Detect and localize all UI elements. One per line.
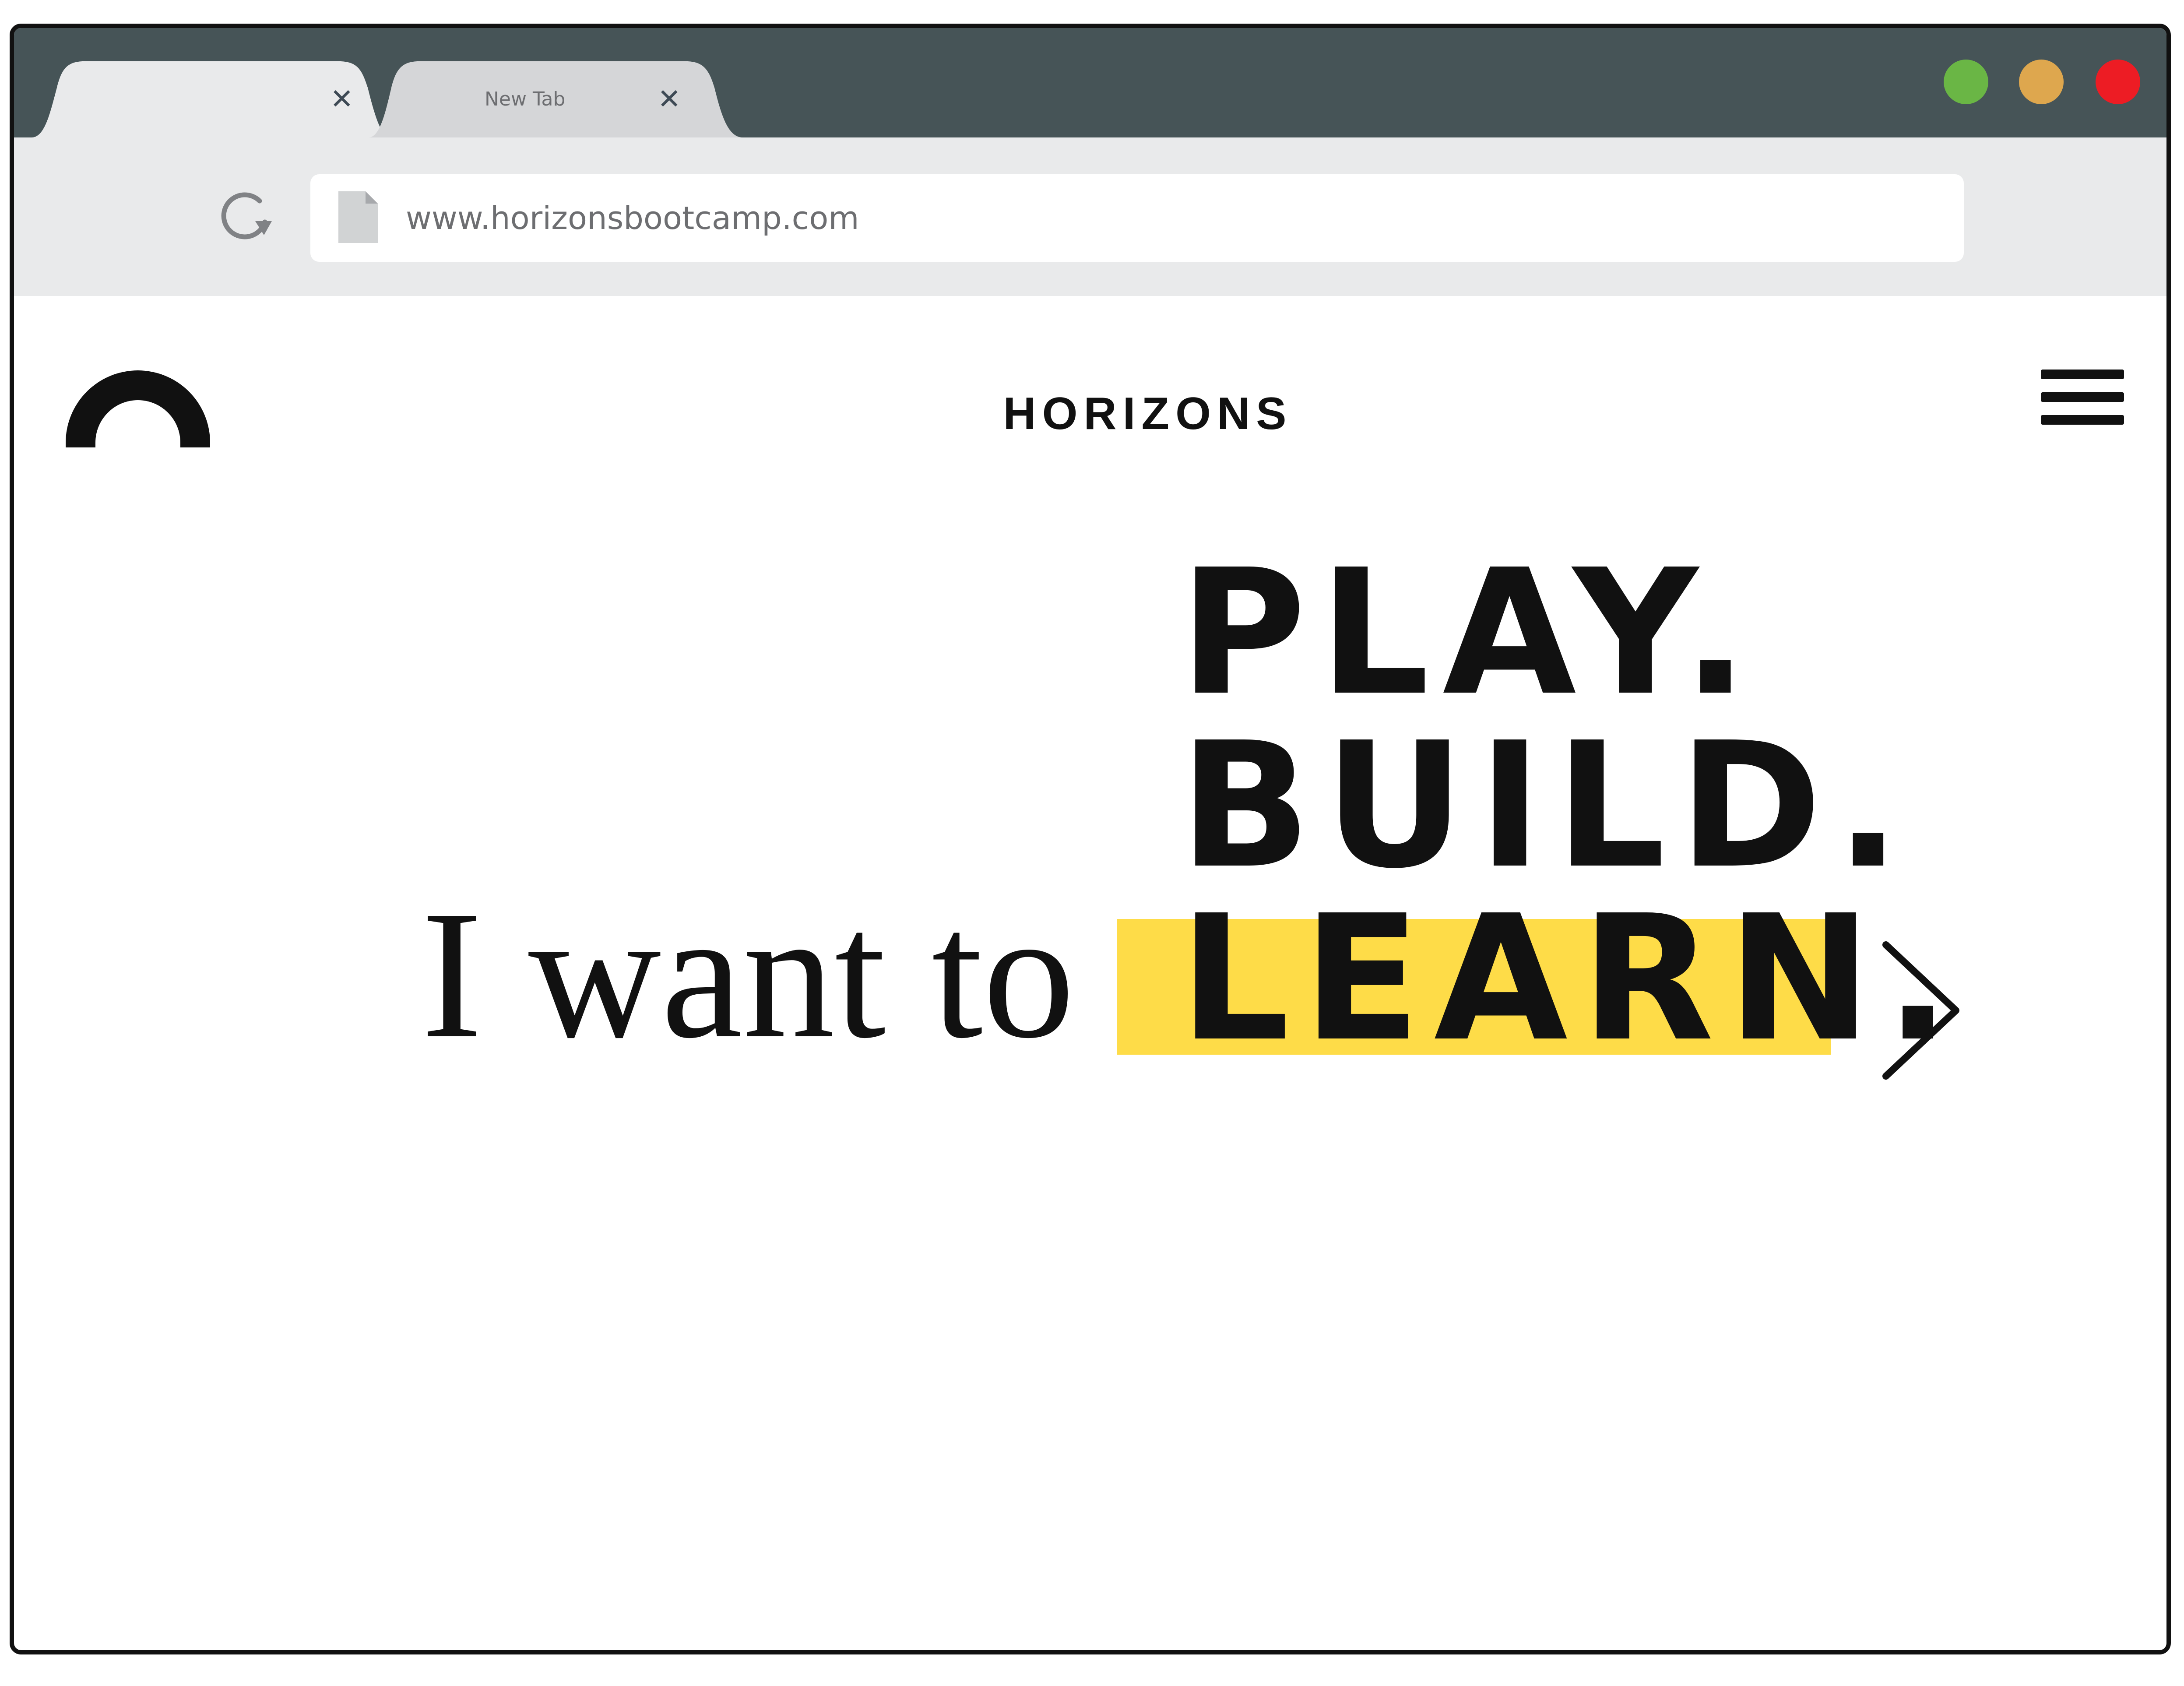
hero-prefix: I want to: [421, 873, 1075, 1076]
address-bar[interactable]: www.horizonsbootcamp.com: [310, 174, 1964, 262]
close-icon[interactable]: ✕: [330, 61, 354, 137]
hero-word-learn: LEARN.: [1179, 878, 1964, 1080]
brand-title[interactable]: HORIZONS: [995, 388, 1301, 440]
horizons-arch-logo-icon[interactable]: [66, 370, 210, 447]
browser-window: ✕ New Tab ✕ www.horizonsbootcamp.com HOR…: [10, 24, 2171, 1654]
window-maximize-button[interactable]: [2019, 60, 2064, 104]
tab-active[interactable]: ✕: [14, 61, 390, 137]
window-close-button[interactable]: [2096, 60, 2140, 104]
tab-new-tab[interactable]: New Tab ✕: [369, 61, 743, 137]
hero-word-play: PLAY.: [1179, 532, 1762, 734]
toolbar: www.horizonsbootcamp.com: [14, 137, 2166, 296]
reload-icon[interactable]: [217, 188, 274, 245]
url-text: www.horizonsbootcamp.com: [406, 200, 859, 236]
title-bar: ✕ New Tab ✕: [14, 28, 2166, 137]
page-icon: [338, 191, 378, 243]
hero-word-build: BUILD.: [1179, 705, 1914, 907]
page-content: HORIZONS I want to PLAY. BUILD. LEARN.: [14, 296, 2166, 1650]
chevron-right-icon[interactable]: [1877, 936, 1965, 1085]
hamburger-menu-icon[interactable]: [2041, 370, 2124, 426]
window-minimize-button[interactable]: [1944, 60, 1988, 104]
tab-label: New Tab: [485, 88, 566, 110]
close-icon[interactable]: ✕: [658, 61, 681, 137]
